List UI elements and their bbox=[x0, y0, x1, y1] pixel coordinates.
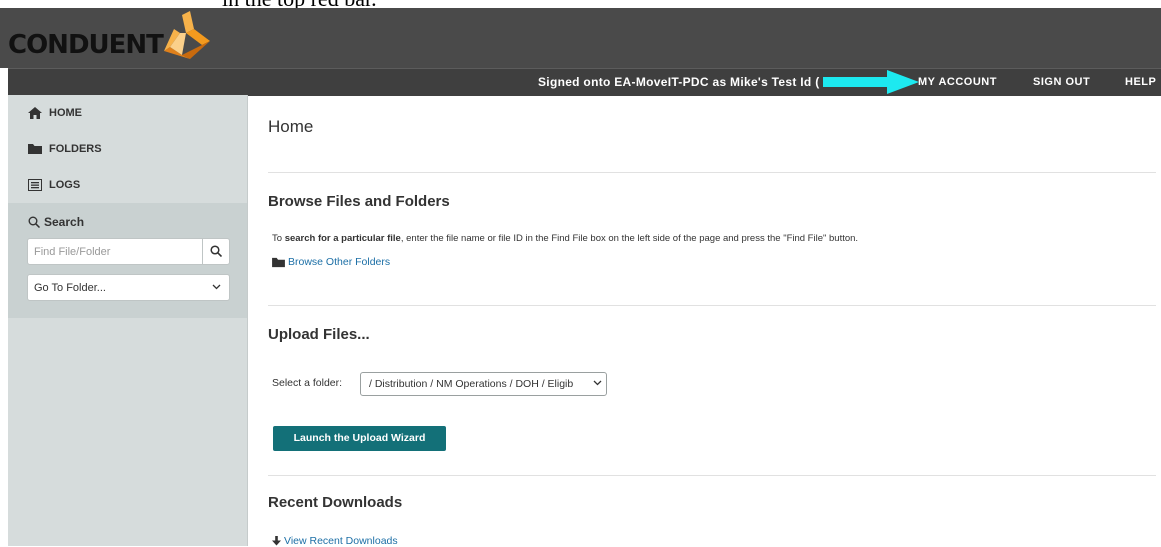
browse-other-folders-label: Browse Other Folders bbox=[288, 256, 391, 268]
sidebar: HOME FOLDERS LOGS Search Find File/Folde… bbox=[8, 95, 248, 546]
find-file-input[interactable] bbox=[32, 243, 196, 261]
signed-on-text: Signed onto EA-MoveIT-PDC as Mike's Test… bbox=[538, 75, 820, 89]
select-folder-label: Select a folder: bbox=[272, 377, 343, 389]
go-to-folder-value: Go To Folder... bbox=[34, 282, 106, 294]
top-nav-bar: Signed onto EA-MoveIT-PDC as Mike's Test… bbox=[8, 68, 1161, 96]
folder-icon bbox=[272, 257, 285, 268]
sidebar-item-label: FOLDERS bbox=[49, 143, 102, 155]
page-title: Home bbox=[268, 117, 314, 136]
app-header: CONDUENT bbox=[0, 8, 1161, 68]
search-icon bbox=[28, 216, 40, 228]
search-icon bbox=[210, 245, 222, 257]
sidebar-item-logs[interactable]: LOGS bbox=[8, 167, 247, 203]
launch-upload-wizard-button[interactable]: Launch the Upload Wizard bbox=[273, 426, 446, 451]
help-link[interactable]: HELP bbox=[1125, 76, 1156, 88]
top-caption-fragment: in the top red bar. bbox=[0, 0, 1161, 8]
divider bbox=[268, 475, 1156, 476]
browse-instructions: To search for a particular file, enter t… bbox=[272, 233, 858, 244]
upload-folder-select[interactable]: / Distribution / NM Operations / DOH / E… bbox=[360, 372, 607, 396]
recent-downloads-heading: Recent Downloads bbox=[268, 494, 403, 511]
find-file-button[interactable] bbox=[202, 239, 229, 264]
list-icon bbox=[28, 179, 42, 191]
main-content: Home Browse Files and Folders To search … bbox=[248, 95, 1161, 547]
conduent-logo-icon bbox=[164, 11, 210, 59]
instr-pre: To bbox=[272, 233, 285, 244]
folder-icon bbox=[28, 144, 42, 154]
instr-post: , enter the file name or file ID in the … bbox=[400, 233, 859, 244]
home-icon bbox=[28, 107, 42, 119]
sidebar-item-folders[interactable]: FOLDERS bbox=[8, 131, 247, 167]
right-arrow-icon bbox=[823, 70, 919, 94]
sidebar-item-label: LOGS bbox=[49, 179, 81, 191]
search-panel: Search Go To Folder... bbox=[8, 203, 247, 318]
brand-logo-text: CONDUENT bbox=[8, 30, 164, 60]
view-recent-downloads-label: View Recent Downloads bbox=[284, 535, 398, 547]
sidebar-empty-area bbox=[8, 318, 247, 546]
chevron-down-icon bbox=[212, 284, 221, 290]
search-title-label: Search bbox=[44, 215, 85, 229]
divider bbox=[268, 305, 1156, 306]
instr-bold: search for a particular file bbox=[284, 233, 401, 244]
upload-heading: Upload Files... bbox=[268, 326, 370, 343]
top-caption-text: in the top red bar. bbox=[222, 0, 377, 8]
upload-folder-value: / Distribution / NM Operations / DOH / E… bbox=[369, 378, 574, 390]
sidebar-item-home[interactable]: HOME bbox=[8, 95, 247, 131]
chevron-down-icon bbox=[593, 380, 602, 386]
browse-heading: Browse Files and Folders bbox=[268, 193, 450, 210]
find-file-box bbox=[27, 238, 230, 265]
go-to-folder-select[interactable]: Go To Folder... bbox=[27, 274, 230, 301]
sidebar-item-label: HOME bbox=[49, 107, 82, 119]
divider bbox=[268, 172, 1156, 173]
my-account-link[interactable]: MY ACCOUNT bbox=[918, 76, 997, 88]
sign-out-link[interactable]: SIGN OUT bbox=[1033, 76, 1090, 88]
download-arrow-icon bbox=[272, 536, 281, 546]
